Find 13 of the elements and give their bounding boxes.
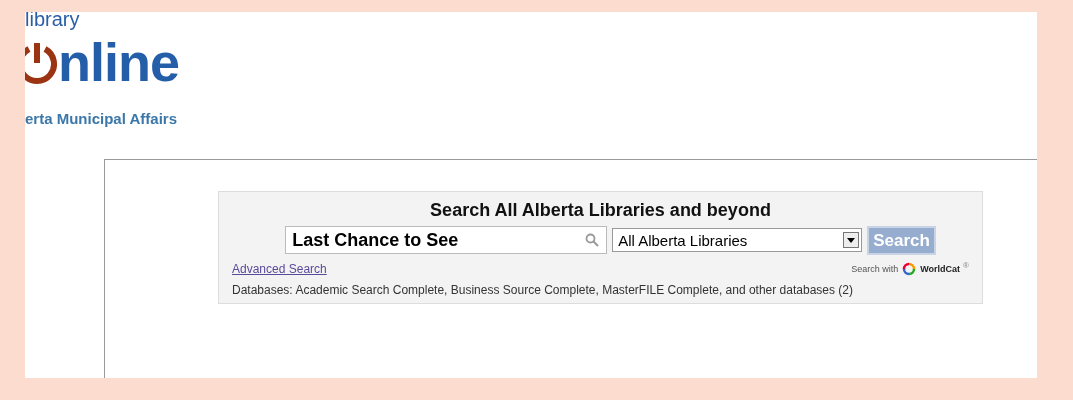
search-icon: [585, 233, 600, 247]
search-with-label: Search with: [851, 264, 899, 274]
databases-text: Databases: Academic Search Complete, Business Source Complete, MasterFILE Complete, and other databases (2): [232, 283, 854, 297]
worldcat-wordmark: WorldCat: [920, 264, 961, 274]
logo-subtitle: erta Municipal Affairs: [25, 110, 177, 127]
logo-wordmark: nline: [58, 34, 179, 90]
registered-mark: ®: [963, 261, 969, 270]
scope-dropdown[interactable]: All Alberta Libraries: [612, 228, 863, 252]
search-heading: Search All Alberta Libraries and beyond: [429, 200, 772, 221]
advanced-search-link[interactable]: Advanced Search: [232, 262, 327, 276]
search-field[interactable]: Last Chance to See: [285, 226, 608, 254]
logo-tagline: library: [25, 12, 80, 30]
swirl-logo-icon: [901, 261, 918, 277]
